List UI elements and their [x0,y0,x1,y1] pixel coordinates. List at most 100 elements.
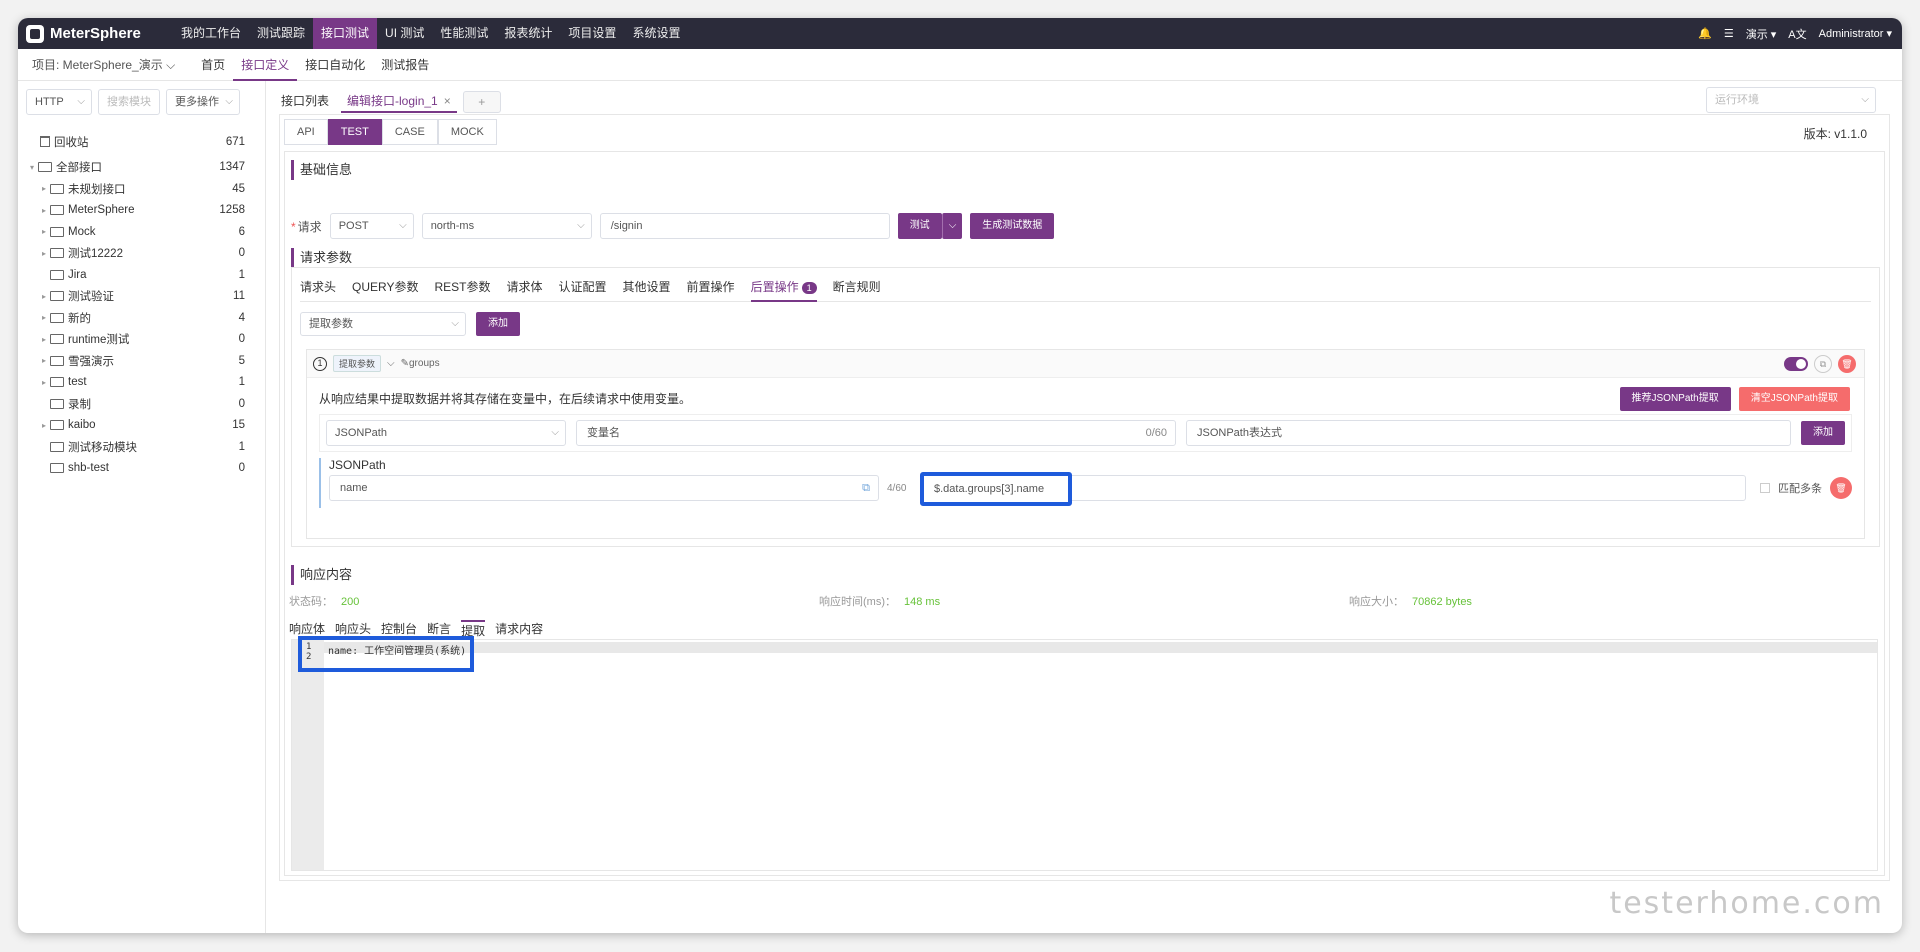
user-menu[interactable]: Administrator ▾ [1819,27,1892,40]
tree-item[interactable]: Jira 1 [26,264,257,286]
bell-icon[interactable]: 🔔 [1698,27,1712,40]
tree-item[interactable]: ▸ 测试验证 11 [26,286,257,308]
nav-reports[interactable]: 报表统计 [496,18,560,49]
folder-icon [50,312,64,323]
caret-right-icon[interactable]: ▸ [38,206,50,215]
tab-test-report[interactable]: 测试报告 [373,49,437,81]
tab-rest[interactable]: REST参数 [434,274,490,302]
caret-right-icon[interactable]: ▸ [38,249,50,258]
recommend-jsonpath-button[interactable]: 推荐JSONPath提取 [1619,387,1731,411]
post-op-type-select[interactable]: 提取参数 ⌵ [300,312,466,336]
variable-name-input[interactable]: 变量名 0/60 [576,420,1176,446]
env-select[interactable]: 运行环境 ⌵ [1706,87,1876,113]
caret-right-icon[interactable]: ▸ [38,184,50,193]
tab-auth[interactable]: 认证配置 [559,274,607,302]
tab-body[interactable]: 请求体 [507,274,543,302]
expand-chevron-icon[interactable]: ⌵ [387,358,395,369]
tab-home[interactable]: 首页 [193,49,233,81]
nav-api-test[interactable]: 接口测试 [313,18,378,49]
mode-mock-button[interactable]: MOCK [437,119,497,145]
tree-item[interactable]: 录制 0 [26,393,257,415]
extract-type-select[interactable]: JSONPath ⌵ [326,420,566,446]
nav-test-track[interactable]: 测试跟踪 [249,18,313,49]
close-icon[interactable]: × [444,94,451,108]
tree-item[interactable]: ▸ kaibo 15 [26,415,257,437]
clear-jsonpath-button[interactable]: 清空JSONPath提取 [1738,387,1850,411]
tab-assertions[interactable]: 断言规则 [833,274,881,302]
nav-project-settings[interactable]: 项目设置 [560,18,624,49]
tab-request-content[interactable]: 请求内容 [495,620,543,639]
tab-edit-api[interactable]: 编辑接口-login_1 × [341,89,457,113]
tree-item[interactable]: ▸ Mock 6 [26,221,257,243]
delete-icon[interactable]: 🗑 [1838,354,1856,373]
app-name: MeterSphere [50,25,141,42]
tree-item[interactable]: 测试移动模块 1 [26,436,257,458]
search-placeholder: 搜索模块 [107,96,151,108]
tree-item-root[interactable]: ▾ 全部接口 1347 [26,157,257,179]
enable-toggle[interactable] [1784,356,1808,371]
tree-item[interactable]: ▸ 未规划接口 45 [26,178,257,200]
module-sidebar: HTTP ⌵ 搜索模块 更多操作 ⌵ 回收站 671 ▾ 全部接口 1347 ▸ 未规… [18,81,266,933]
caret-right-icon[interactable]: ▸ [38,421,50,430]
edit-name[interactable]: ✎groups [401,358,440,369]
nav-workbench[interactable]: 我的工作台 [173,18,249,49]
generate-test-data-button[interactable]: 生成测试数据 [970,213,1055,239]
tab-query[interactable]: QUERY参数 [352,274,418,302]
tab-api-definition[interactable]: 接口定义 [233,49,298,81]
tree-item[interactable]: ▸ runtime测试 0 [26,329,257,351]
protocol-select[interactable]: HTTP ⌵ [26,89,92,115]
tab-post-ops[interactable]: 后置操作 1 [750,274,817,302]
tree-item[interactable]: shb-test 0 [26,458,257,480]
tree-item-trash[interactable]: 回收站 671 [26,131,257,153]
tree-item[interactable]: ▸ MeterSphere 1258 [26,200,257,222]
mode-case-button[interactable]: CASE [381,119,438,145]
response-code-editor[interactable]: 1 2 name: 工作空间管理员(系统) [291,636,1878,871]
tab-api-automation[interactable]: 接口自动化 [297,49,373,81]
extract-item-header[interactable]: 1 提取参数 ⌵ ✎groups ⧉ 🗑 [307,350,1864,378]
language-switch[interactable]: A文 [1788,26,1806,42]
chevron-down-icon[interactable]: ⌵ [941,213,963,239]
caret-right-icon[interactable]: ▸ [38,335,50,344]
project-name: 项目: MeterSphere_演示 [32,58,163,72]
tree-item[interactable]: ▸ test 1 [26,372,257,394]
add-tab-button[interactable]: + [462,91,501,113]
caret-right-icon[interactable]: ▸ [38,378,50,387]
mode-test-button[interactable]: TEST [327,119,382,145]
caret-right-icon[interactable]: ▸ [38,292,50,301]
add-jsonpath-button[interactable]: 添加 [1801,421,1845,445]
path-input[interactable]: /signin [599,213,890,239]
copy-icon[interactable]: ⧉ [862,476,870,500]
logo[interactable]: MeterSphere [18,24,173,43]
add-post-op-button[interactable]: 添加 [476,312,520,336]
extracted-var-input[interactable]: name ⧉ [329,475,879,501]
module-search-input[interactable]: 搜索模块 [98,89,160,115]
method-select[interactable]: POST ⌵ [329,213,414,239]
service-select[interactable]: north-ms ⌵ [421,213,592,239]
tree-item[interactable]: ▸ 雪强演示 5 [26,350,257,372]
copy-icon[interactable]: ⧉ [1814,354,1832,373]
tab-pre-ops[interactable]: 前置操作 [687,274,735,302]
caret-right-icon[interactable]: ▸ [38,356,50,365]
task-list-icon[interactable]: ☰ [1724,27,1734,40]
tab-other-settings[interactable]: 其他设置 [623,274,671,302]
project-selector[interactable]: 项目: MeterSphere_演示 ⌵ [32,56,175,73]
tree-item[interactable]: ▸ 测试12222 0 [26,243,257,265]
workspace-switch[interactable]: 演示 ▾ [1746,26,1777,42]
caret-down-icon[interactable]: ▾ [26,163,38,172]
nav-performance[interactable]: 性能测试 [432,18,496,49]
more-actions-select[interactable]: 更多操作 ⌵ [166,89,240,115]
tab-api-list[interactable]: 接口列表 [275,89,335,113]
nav-system-settings[interactable]: 系统设置 [624,18,688,49]
tab-headers[interactable]: 请求头 [300,274,336,302]
match-multiple-checkbox[interactable] [1760,483,1770,493]
mode-api-button[interactable]: API [284,119,328,145]
nav-ui-test[interactable]: UI 测试 [377,18,432,49]
delete-icon[interactable]: 🗑 [1830,477,1852,499]
tree-item[interactable]: ▸ 新的 4 [26,307,257,329]
caret-right-icon[interactable]: ▸ [38,313,50,322]
jsonpath-expression-input[interactable]: JSONPath表达式 [1186,420,1791,446]
status-label: 状态码： [289,596,333,608]
caret-right-icon[interactable]: ▸ [38,227,50,236]
test-button[interactable]: 测试 [897,213,942,239]
jsonpath-value-input[interactable]: $.data.groups[3].name [920,472,1072,506]
